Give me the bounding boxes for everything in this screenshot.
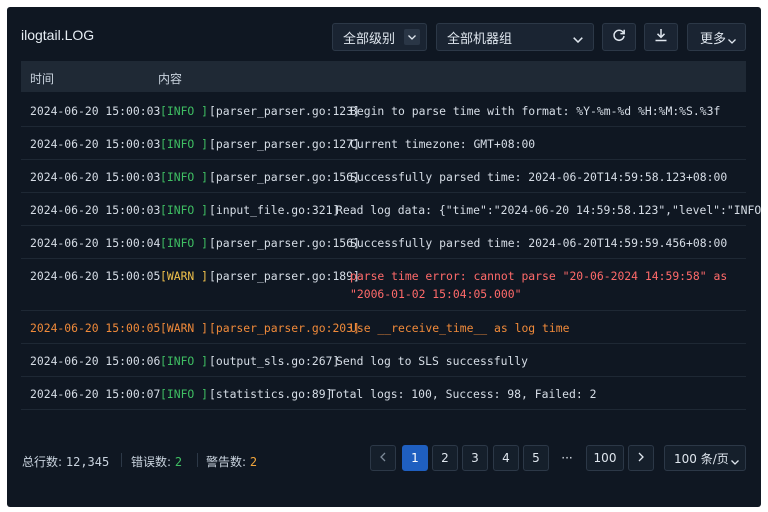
- warning-count-label: 警告数:: [206, 455, 247, 469]
- log-message: Begin to parse time with format: %Y-%m-%…: [350, 104, 721, 118]
- total-count-label: 总行数:: [22, 455, 63, 469]
- log-message: Use __receive_time__ as log time: [350, 321, 570, 335]
- log-table-body: 2024-06-20 15:00:03 [INFO ] [parser_pars…: [21, 94, 761, 410]
- chevron-down-icon: [728, 33, 736, 48]
- chevron-right-icon: [638, 451, 644, 465]
- level-select-value: 全部级别: [343, 31, 396, 47]
- log-level: [INFO ]: [160, 170, 209, 184]
- divider: [121, 453, 122, 467]
- log-time: 2024-06-20 15:00:06: [30, 354, 161, 368]
- page-button-1[interactable]: 1: [402, 445, 428, 471]
- next-page-button[interactable]: [628, 445, 654, 471]
- more-button-label: 更多: [700, 31, 727, 47]
- table-header: 时间 内容: [21, 61, 746, 92]
- log-source: [parser_parser.go:123]: [209, 104, 360, 118]
- log-source: [parser_parser.go:203]: [209, 321, 360, 335]
- refresh-icon: [612, 28, 626, 46]
- app-title: ilogtail.LOG: [21, 27, 95, 43]
- log-source: [input_file.go:321]: [209, 203, 340, 217]
- table-row[interactable]: 2024-06-20 15:00:03 [INFO ] [parser_pars…: [21, 127, 746, 160]
- chevron-down-icon: [731, 454, 739, 468]
- table-row[interactable]: 2024-06-20 15:00:03 [INFO ] [input_file.…: [21, 193, 761, 226]
- level-select[interactable]: 全部级别: [332, 23, 427, 51]
- download-icon: [654, 28, 668, 46]
- log-level: [INFO ]: [160, 387, 209, 401]
- log-source: [statistics.go:89]: [209, 387, 333, 401]
- divider: [197, 453, 198, 467]
- log-time: 2024-06-20 15:00:03: [30, 170, 161, 184]
- table-row[interactable]: 2024-06-20 15:00:04 [INFO ] [parser_pars…: [21, 226, 746, 259]
- log-time: 2024-06-20 15:00:03: [30, 203, 161, 217]
- page-button-3[interactable]: 3: [462, 445, 488, 471]
- log-source: [parser_parser.go:156]: [209, 236, 360, 250]
- table-footer: 总行数: 12,345 错误数: 2 警告数: 2 1 2 3 4 5 ··· …: [7, 443, 761, 475]
- log-level: [INFO ]: [160, 203, 209, 217]
- log-source: [parser_parser.go:189]: [209, 269, 360, 283]
- log-level: [INFO ]: [160, 104, 209, 118]
- log-level: [INFO ]: [160, 137, 209, 151]
- more-button[interactable]: 更多: [687, 23, 746, 51]
- page-size-select[interactable]: 100 条/页: [664, 445, 746, 471]
- toolbar: ilogtail.LOG 全部级别 全部机器组 更多: [7, 7, 761, 63]
- log-message: Successfully parsed time: 2024-06-20T14:…: [350, 236, 728, 250]
- page-button-last[interactable]: 100: [586, 445, 624, 471]
- log-level: [WARN ]: [160, 269, 209, 283]
- log-level: [INFO ]: [160, 236, 209, 250]
- log-source: [parser_parser.go:127]: [209, 137, 360, 151]
- machine-group-select[interactable]: 全部机器组: [436, 23, 594, 51]
- warning-count: 警告数: 2: [206, 453, 257, 470]
- chevron-down-icon: [573, 32, 583, 47]
- total-count: 总行数: 12,345: [22, 453, 109, 470]
- page-button-2[interactable]: 2: [432, 445, 458, 471]
- log-time: 2024-06-20 15:00:05: [30, 269, 161, 283]
- log-time: 2024-06-20 15:00:05: [30, 321, 161, 335]
- error-count-label: 错误数:: [131, 455, 172, 469]
- page-size-value: 100 条/页: [674, 451, 729, 466]
- refresh-button[interactable]: [602, 23, 636, 51]
- page-ellipsis[interactable]: ···: [554, 445, 580, 471]
- log-time: 2024-06-20 15:00:07: [30, 387, 161, 401]
- log-level: [INFO ]: [160, 354, 209, 368]
- log-message: Send log to SLS successfully: [336, 354, 529, 368]
- column-header-time: 时间: [30, 72, 55, 86]
- error-count: 错误数: 2: [131, 453, 182, 470]
- log-message: parse time error: cannot parse "20-06-20…: [350, 269, 728, 283]
- log-source: [parser_parser.go:156]: [209, 170, 360, 184]
- log-time: 2024-06-20 15:00:04: [30, 236, 161, 250]
- log-message-continued: "2006-01-02 15:04:05.000": [350, 287, 522, 301]
- log-message: Successfully parsed time: 2024-06-20T14:…: [350, 170, 728, 184]
- log-time: 2024-06-20 15:00:03: [30, 104, 161, 118]
- table-row[interactable]: 2024-06-20 15:00:07 [INFO ] [statistics.…: [21, 377, 746, 410]
- log-viewer-panel: ilogtail.LOG 全部级别 全部机器组 更多 时间 内容 2024-06…: [7, 7, 761, 507]
- page-button-4[interactable]: 4: [493, 445, 519, 471]
- warning-count-value: 2: [249, 455, 258, 469]
- table-row[interactable]: 2024-06-20 15:00:03 [INFO ] [parser_pars…: [21, 160, 746, 193]
- log-message: Current timezone: GMT+08:00: [350, 137, 536, 151]
- total-count-value: 12,345: [65, 455, 110, 469]
- chevron-down-icon: [404, 29, 420, 45]
- log-source: [output_sls.go:267]: [209, 354, 340, 368]
- table-row[interactable]: 2024-06-20 15:00:03 [INFO ] [parser_pars…: [21, 94, 746, 127]
- log-time: 2024-06-20 15:00:03: [30, 137, 161, 151]
- table-row[interactable]: 2024-06-20 15:00:06 [INFO ] [output_sls.…: [21, 344, 746, 377]
- error-count-value: 2: [174, 455, 183, 469]
- log-message: Read log data: {"time":"2024-06-20 14:59…: [336, 203, 761, 217]
- table-row[interactable]: 2024-06-20 15:00:05 [WARN ] [parser_pars…: [21, 259, 746, 311]
- download-button[interactable]: [644, 23, 678, 51]
- log-level: [WARN ]: [160, 321, 209, 335]
- column-header-content: 内容: [158, 72, 183, 86]
- chevron-left-icon: [380, 451, 386, 465]
- machine-group-select-value: 全部机器组: [447, 31, 513, 47]
- log-message: Total logs: 100, Success: 98, Failed: 2: [329, 387, 597, 401]
- table-row[interactable]: 2024-06-20 15:00:05 [WARN ] [parser_pars…: [21, 311, 746, 344]
- prev-page-button[interactable]: [370, 445, 396, 471]
- page-button-5[interactable]: 5: [523, 445, 549, 471]
